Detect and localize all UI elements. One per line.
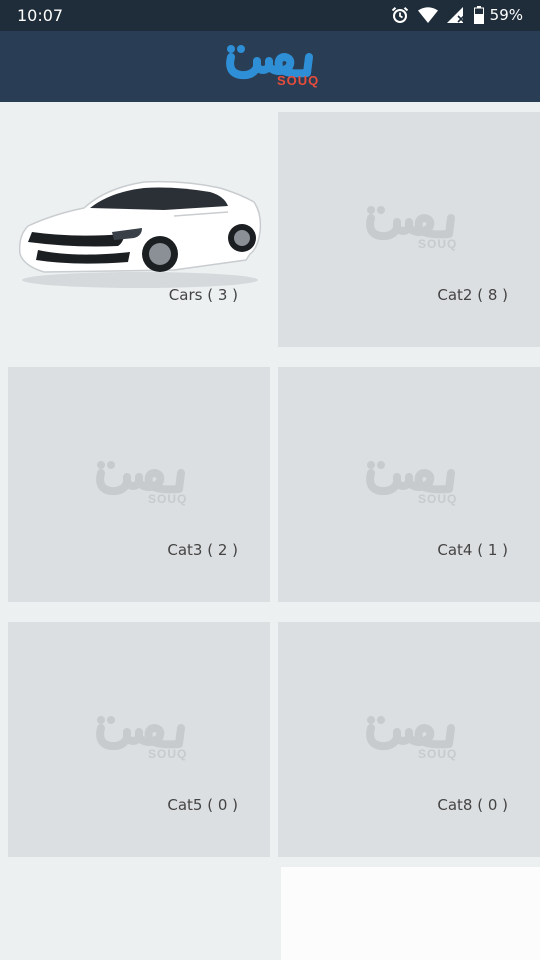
signal-icon [446,7,465,23]
souq-logo: SOUQ [223,39,320,93]
category-tile-cat5[interactable]: SOUQ Cat5 ( 0 ) [8,622,270,857]
souq-logo-latin: SOUQ [277,73,320,88]
category-label: Cat8 ( 0 ) [437,796,508,814]
placeholder-logo-icon: SOUQ [363,200,459,260]
category-tile-cat8[interactable]: SOUQ Cat8 ( 0 ) [278,622,540,857]
category-label: Cars ( 3 ) [168,286,238,304]
placeholder-logo-icon: SOUQ [363,455,459,515]
category-tile-cat4[interactable]: SOUQ Cat4 ( 1 ) [278,367,540,602]
category-tile-cars[interactable]: Cars ( 3 ) [0,102,270,347]
category-tile-partial[interactable] [281,867,540,960]
alarm-icon [391,7,408,23]
car-image [18,180,262,288]
category-tile-cat2[interactable]: SOUQ Cat2 ( 8 ) [278,112,540,347]
battery-percentage: 59% [489,6,523,24]
placeholder-logo-icon: SOUQ [363,710,459,770]
category-label: Cat2 ( 8 ) [437,286,508,304]
placeholder-logo-icon: SOUQ [93,710,189,770]
category-grid: Cars ( 3 ) SOUQ Cat2 ( 8 ) SOUQ Cat3 (2… [0,102,540,960]
status-icons: 59% [382,5,523,25]
wifi-icon [417,7,438,23]
category-label: Cat5 ( 0 ) [167,796,238,814]
battery-icon [473,6,484,24]
app-bar: SOUQ [0,31,540,102]
category-tile-cat3[interactable]: SOUQ Cat3 ( 2 ) [8,367,270,602]
status-bar: 10:07 59% [0,0,540,31]
status-time: 10:07 [17,6,64,25]
placeholder-logo-icon: SOUQ [93,455,189,515]
category-label: Cat3 ( 2 ) [167,541,238,559]
category-label: Cat4 ( 1 ) [437,541,508,559]
